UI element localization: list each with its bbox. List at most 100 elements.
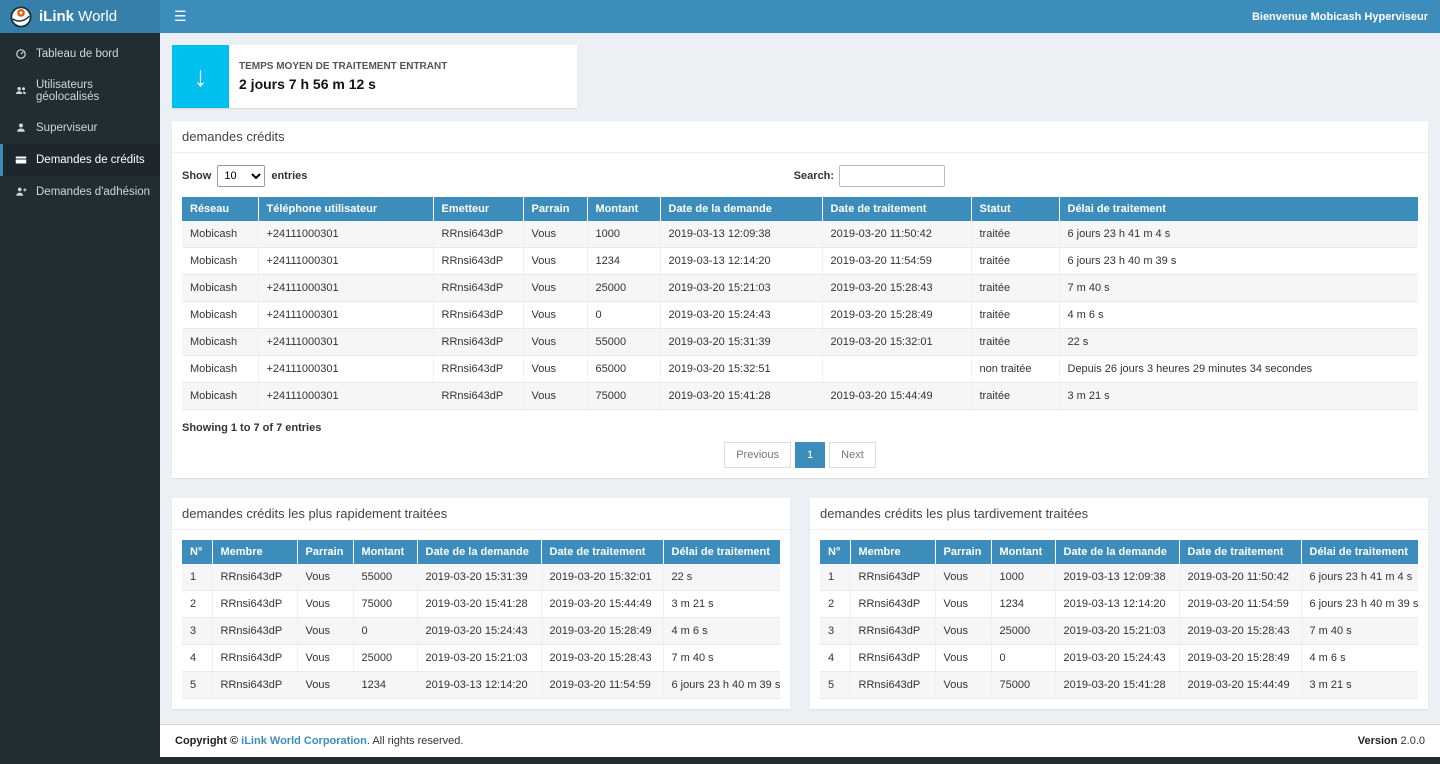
- table-cell: 7 m 40 s: [663, 645, 780, 672]
- table-cell: 2019-03-20 11:50:42: [1179, 564, 1301, 591]
- footer: Copyright © iLink World Corporation. All…: [160, 724, 1440, 757]
- table-cell: 3 m 21 s: [1059, 383, 1418, 410]
- column-header[interactable]: Montant: [991, 540, 1055, 564]
- geolocated-users-icon: [14, 84, 28, 98]
- search-input[interactable]: [839, 165, 945, 187]
- table-cell: RRnsi643dP: [850, 618, 935, 645]
- table-cell: Vous: [935, 564, 991, 591]
- column-header[interactable]: Emetteur: [433, 197, 523, 221]
- header-row: RéseauTéléphone utilisateurEmetteurParra…: [182, 197, 1418, 221]
- table-cell: 2019-03-20 15:28:49: [541, 618, 663, 645]
- sidebar-item-superviseur[interactable]: Superviseur: [0, 112, 160, 144]
- sidebar-item-tableau-de-bord[interactable]: Tableau de bord: [0, 38, 160, 70]
- table-cell: 2019-03-20 15:28:43: [822, 275, 971, 302]
- table-row: 2RRnsi643dPVous750002019-03-20 15:41:282…: [182, 591, 780, 618]
- slowest-processed-table: N°MembreParrainMontantDate de la demande…: [820, 540, 1418, 699]
- table-cell: traitée: [971, 329, 1059, 356]
- table-cell: 2019-03-20 15:44:49: [541, 591, 663, 618]
- table-cell: 7 m 40 s: [1301, 618, 1418, 645]
- page-1-button[interactable]: 1: [795, 442, 825, 468]
- table-cell: 65000: [587, 356, 660, 383]
- column-header[interactable]: Parrain: [935, 540, 991, 564]
- sidebar-item-utilisateurs-geolocalises[interactable]: Utilisateurs géolocalisés: [0, 70, 160, 112]
- table-cell: Vous: [523, 329, 587, 356]
- supervisor-icon: [14, 121, 28, 135]
- column-header[interactable]: Date de la demande: [660, 197, 822, 221]
- table-row: 5RRnsi643dPVous750002019-03-20 15:41:282…: [820, 672, 1418, 699]
- table-cell: RRnsi643dP: [850, 564, 935, 591]
- brand-link[interactable]: iLink World: [0, 0, 160, 33]
- column-header[interactable]: Date de traitement: [541, 540, 663, 564]
- panel-body: N°MembreParrainMontantDate de la demande…: [810, 530, 1428, 709]
- table-cell: 2019-03-13 12:14:20: [1055, 591, 1179, 618]
- table-cell: 2019-03-20 15:31:39: [660, 329, 822, 356]
- column-header[interactable]: Montant: [353, 540, 417, 564]
- sidebar-item-demandes-adhesion[interactable]: Demandes d'adhésion: [0, 176, 160, 208]
- brand-bold: iLink: [39, 8, 74, 25]
- column-header[interactable]: Téléphone utilisateur: [258, 197, 433, 221]
- info-box-label: TEMPS MOYEN DE TRAITEMENT ENTRANT: [239, 61, 447, 72]
- column-header[interactable]: Délai de traitement: [1301, 540, 1418, 564]
- version-label: Version: [1358, 735, 1398, 747]
- table-cell: 1234: [353, 672, 417, 699]
- column-header[interactable]: N°: [182, 540, 212, 564]
- table-cell: RRnsi643dP: [850, 672, 935, 699]
- table-cell: Mobicash: [182, 275, 258, 302]
- column-header[interactable]: Montant: [587, 197, 660, 221]
- table-cell: traitée: [971, 275, 1059, 302]
- table-cell: 2019-03-20 15:28:43: [1179, 618, 1301, 645]
- column-header[interactable]: Délai de traitement: [1059, 197, 1418, 221]
- table-cell: 6 jours 23 h 41 m 4 s: [1301, 564, 1418, 591]
- column-header[interactable]: N°: [820, 540, 850, 564]
- table-cell: 2019-03-20 15:21:03: [660, 275, 822, 302]
- company-link[interactable]: iLink World Corporation: [241, 735, 367, 747]
- previous-page-button[interactable]: Previous: [724, 442, 791, 468]
- sidebar-toggle-button[interactable]: ☰: [160, 0, 201, 33]
- table-controls: Show 10 entries Search:: [182, 165, 1418, 187]
- sidebar-item-label: Demandes de crédits: [36, 154, 145, 166]
- table-cell: 22 s: [1059, 329, 1418, 356]
- table-cell: RRnsi643dP: [433, 383, 523, 410]
- table-cell: RRnsi643dP: [850, 645, 935, 672]
- header-row: N°MembreParrainMontantDate de la demande…: [182, 540, 780, 564]
- next-page-button[interactable]: Next: [829, 442, 876, 468]
- info-box-value: 2 jours 7 h 56 m 12 s: [239, 76, 447, 92]
- column-header[interactable]: Parrain: [297, 540, 353, 564]
- column-header[interactable]: Membre: [212, 540, 297, 564]
- table-cell: 2019-03-20 15:32:01: [822, 329, 971, 356]
- table-cell: non traitée: [971, 356, 1059, 383]
- column-header[interactable]: Réseau: [182, 197, 258, 221]
- column-header[interactable]: Délai de traitement: [663, 540, 780, 564]
- brand-light: World: [74, 8, 117, 25]
- fastest-processed-table: N°MembreParrainMontantDate de la demande…: [182, 540, 780, 699]
- sidebar-item-demandes-de-credits[interactable]: Demandes de crédits: [0, 144, 160, 176]
- column-header[interactable]: Parrain: [523, 197, 587, 221]
- page-length-select[interactable]: 10: [217, 165, 265, 187]
- table-cell: 2019-03-20 15:32:01: [541, 564, 663, 591]
- column-header[interactable]: Membre: [850, 540, 935, 564]
- table-cell: 2019-03-20 11:50:42: [822, 221, 971, 248]
- column-header[interactable]: Statut: [971, 197, 1059, 221]
- table-cell: 1000: [991, 564, 1055, 591]
- topbar: ☰ Bienvenue Mobicash Hyperviseur: [160, 0, 1440, 33]
- column-header[interactable]: Date de la demande: [1055, 540, 1179, 564]
- table-cell: 3: [820, 618, 850, 645]
- column-header[interactable]: Date de la demande: [417, 540, 541, 564]
- table-cell: 55000: [353, 564, 417, 591]
- table-head: RéseauTéléphone utilisateurEmetteurParra…: [182, 197, 1418, 221]
- column-header[interactable]: Date de traitement: [822, 197, 971, 221]
- sidebar-item-label: Demandes d'adhésion: [36, 186, 150, 198]
- table-cell: RRnsi643dP: [850, 591, 935, 618]
- table-cell: +24111000301: [258, 383, 433, 410]
- table-cell: 5: [820, 672, 850, 699]
- sidebar: iLink World Tableau de bord Utilisateurs…: [0, 0, 160, 764]
- user-menu[interactable]: Bienvenue Mobicash Hyperviseur: [1252, 11, 1440, 23]
- column-header[interactable]: Date de traitement: [1179, 540, 1301, 564]
- hamburger-icon: ☰: [174, 8, 187, 25]
- table-cell: 2019-03-13 12:14:20: [660, 248, 822, 275]
- table-cell: 2019-03-20 15:28:49: [822, 302, 971, 329]
- table-cell: RRnsi643dP: [433, 248, 523, 275]
- table-cell: Vous: [523, 275, 587, 302]
- table-cell: 3 m 21 s: [1301, 672, 1418, 699]
- table-cell: 2019-03-20 15:41:28: [417, 591, 541, 618]
